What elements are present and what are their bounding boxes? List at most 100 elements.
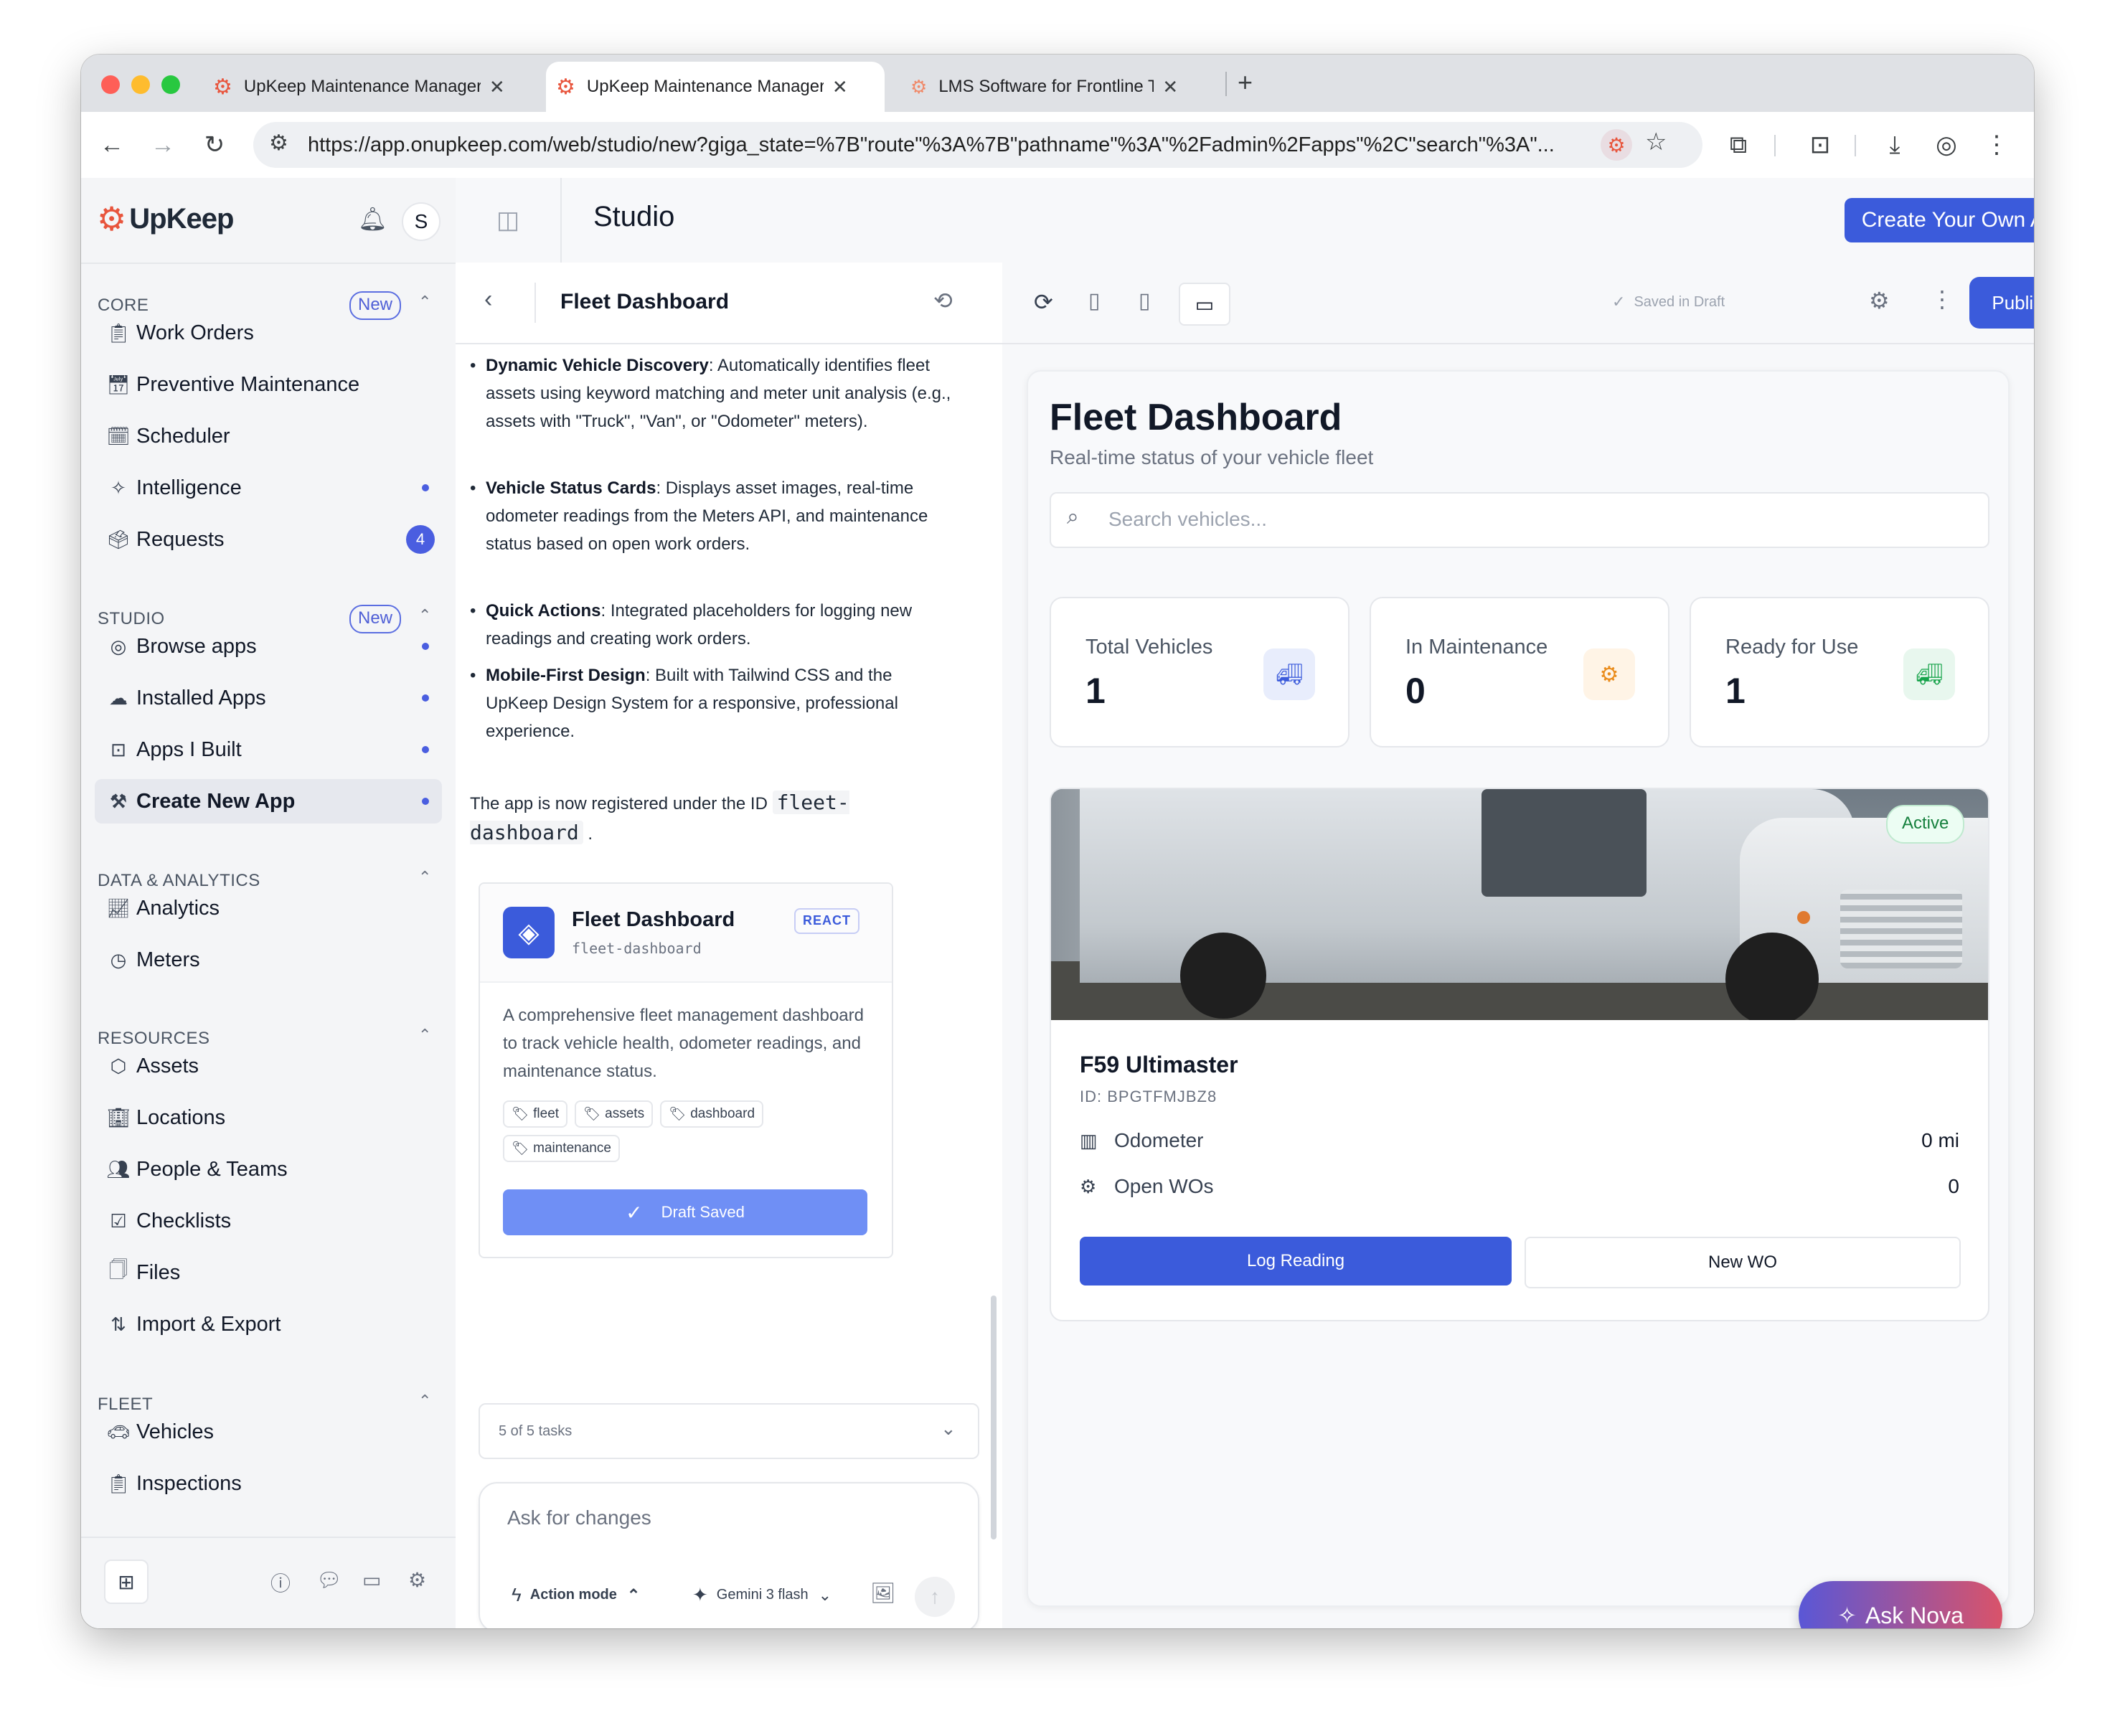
page-title: Studio: [593, 201, 675, 232]
bookmark-star-icon[interactable]: ☆: [1645, 128, 1667, 156]
reload-icon[interactable]: ↻: [194, 125, 235, 165]
tag-maintenance: 🏷︎ maintenance: [503, 1135, 620, 1162]
settings-gear-icon[interactable]: ⚙: [408, 1568, 426, 1592]
site-info-icon[interactable]: ⚙: [269, 131, 288, 156]
close-tab-icon[interactable]: ✕: [1162, 76, 1178, 98]
refresh-icon[interactable]: ⟳: [1034, 288, 1053, 316]
image-upload-icon[interactable]: 🖼︎: [870, 1581, 896, 1605]
chevron-up-icon[interactable]: ⌃: [418, 1026, 431, 1044]
chat-header: ‹ Fleet Dashboard ⟲: [456, 263, 1002, 344]
app-grid-icon[interactable]: ⊞: [104, 1560, 149, 1604]
zoom-window-button[interactable]: [161, 75, 180, 94]
history-icon[interactable]: ⟲: [933, 287, 953, 314]
chevron-up-icon[interactable]: ⌃: [418, 1392, 431, 1410]
check-icon: ✓: [1612, 293, 1626, 311]
sidebar-item-scheduler[interactable]: 🗓︎ Scheduler: [95, 414, 442, 458]
minimize-window-button[interactable]: [131, 75, 150, 94]
forward-icon[interactable]: →: [143, 125, 183, 165]
extensions-icon[interactable]: ⧉: [1718, 125, 1758, 165]
chevron-up-icon[interactable]: ⌃: [418, 293, 431, 311]
clipboard-icon: 📋︎: [106, 321, 131, 344]
sidebar-item-analytics[interactable]: 📈︎ Analytics: [95, 886, 442, 930]
file-transfer-icon: ⇅: [110, 1313, 126, 1335]
new-tab-icon[interactable]: +: [1238, 67, 1253, 98]
billing-card-icon[interactable]: ▭: [362, 1568, 381, 1592]
open-wos-row: ⚙ Open WOs: [1080, 1175, 1214, 1197]
close-window-button[interactable]: [101, 75, 120, 94]
more-vertical-icon[interactable]: ⋮: [1931, 286, 1954, 313]
chat-composer: Ask for changes ϟ Action mode ⌃ ✦ Gemini…: [479, 1482, 979, 1628]
tablet-view-icon[interactable]: ▯: [1139, 288, 1151, 313]
vehicle-image: [1051, 789, 1988, 1020]
desktop-view-icon[interactable]: ▭: [1179, 283, 1230, 326]
chevron-up-icon[interactable]: ⌃: [418, 868, 431, 887]
new-wo-button[interactable]: New WO: [1525, 1237, 1961, 1288]
clipboard-check-icon: 📋︎: [106, 1472, 131, 1494]
settings-gear-icon[interactable]: ⚙: [1869, 287, 1890, 314]
close-tab-icon[interactable]: ✕: [489, 76, 505, 98]
sidebar-item-apps-i-built[interactable]: ⊡ Apps I Built: [95, 727, 442, 772]
sidebar-item-intelligence[interactable]: ✧ Intelligence: [95, 466, 442, 510]
chat-scrollbar[interactable]: [991, 1296, 997, 1539]
tag-icon: 🏷︎: [583, 1107, 601, 1122]
sidebar-item-preventive-maintenance[interactable]: 📅︎ Preventive Maintenance: [95, 362, 442, 407]
chevron-down-icon: ⌄: [818, 1585, 832, 1604]
toolbar-divider: [1855, 135, 1856, 156]
profile-icon[interactable]: ◎: [1926, 125, 1966, 165]
sidebar-item-inspections[interactable]: 📋︎ Inspections: [95, 1461, 442, 1506]
stats-row: Total Vehicles 1 🚚︎ In Maintenance 0 ⚙ R…: [1050, 597, 1989, 747]
sidebar-item-work-orders[interactable]: 📋︎ Work Orders: [95, 311, 442, 355]
vehicle-card[interactable]: Active F59 Ultimaster ID: BPGTFMJBZ8 ▥ O…: [1050, 788, 1989, 1321]
mobile-view-icon[interactable]: ▯: [1088, 288, 1101, 313]
lms-favicon-icon: ⚙: [910, 75, 928, 98]
upkeep-favicon-icon: ⚙: [213, 75, 232, 99]
close-tab-icon[interactable]: ✕: [832, 76, 848, 98]
sidebar-item-installed-apps[interactable]: ☁ Installed Apps: [95, 676, 442, 720]
sidebar-item-assets[interactable]: ⬡ Assets: [95, 1044, 442, 1088]
unread-dot: [422, 798, 429, 805]
send-arrow-icon[interactable]: ↑: [915, 1577, 955, 1617]
sidebar-item-requests[interactable]: 🗳︎ Requests 4: [95, 517, 442, 562]
sidebar-item-files[interactable]: 🗍︎ Files: [95, 1250, 442, 1295]
sidebar-item-people-teams[interactable]: 👥︎ People & Teams: [95, 1147, 442, 1192]
sidebar-item-meters[interactable]: ◷ Meters: [95, 938, 442, 982]
browser-tab-1[interactable]: ⚙ UpKeep Maintenance Manager ✕: [203, 62, 540, 112]
tab-search-icon[interactable]: ⊡: [1800, 125, 1840, 165]
publish-button[interactable]: Publish: [1969, 277, 2034, 329]
search-input[interactable]: Search vehicles...: [1108, 508, 1267, 531]
notifications-bell-icon[interactable]: 🔔︎: [358, 205, 387, 232]
ask-nova-button[interactable]: ✧ Ask Nova: [1799, 1581, 2002, 1628]
draft-saved-button[interactable]: ✓ Draft Saved: [503, 1189, 867, 1235]
chat-input[interactable]: Ask for changes: [507, 1506, 651, 1529]
chevron-up-icon[interactable]: ⌃: [418, 606, 431, 625]
log-reading-button[interactable]: Log Reading: [1080, 1237, 1512, 1286]
back-chevron-icon[interactable]: ‹: [484, 286, 492, 313]
browser-tab-2[interactable]: ⚙ UpKeep Maintenance Manager ✕: [546, 62, 885, 112]
bullet-item: • Dynamic Vehicle Discovery: Automaticall…: [470, 356, 951, 431]
sidebar-toggle-icon[interactable]: ◫: [456, 178, 562, 263]
sidebar-item-import-export[interactable]: ⇅ Import & Export: [95, 1302, 442, 1346]
download-icon[interactable]: ⤓: [1875, 125, 1915, 165]
address-bar[interactable]: ⚙ https://app.onupkeep.com/web/studio/ne…: [253, 122, 1702, 168]
tasks-dropdown[interactable]: 5 of 5 tasks ⌄: [479, 1403, 979, 1459]
chat-bubbles-icon[interactable]: 💬︎: [316, 1568, 342, 1592]
browser-tab-3[interactable]: ⚙ LMS Software for Frontline Teams ✕: [890, 62, 1206, 112]
sidebar-item-locations[interactable]: 🏢︎ Locations: [95, 1095, 442, 1140]
app-card-description: A comprehensive fleet management dashboa…: [503, 1006, 864, 1081]
brand-logo[interactable]: ⚙ UpKeep: [97, 199, 234, 238]
action-mode-select[interactable]: ϟ Action mode ⌃: [512, 1584, 640, 1606]
back-icon[interactable]: ←: [92, 125, 132, 165]
url-text[interactable]: https://app.onupkeep.com/web/studio/new?…: [308, 133, 1606, 157]
vehicle-search[interactable]: ⌕ Search vehicles...: [1050, 492, 1989, 548]
sidebar-item-checklists[interactable]: ☑ Checklists: [95, 1199, 442, 1243]
create-your-own-app-button[interactable]: Create Your Own App: [1845, 198, 2034, 242]
more-menu-icon[interactable]: ⋮: [1977, 125, 2017, 165]
avatar[interactable]: S: [402, 202, 441, 241]
sidebar-item-vehicles[interactable]: 🚗︎ Vehicles: [95, 1410, 442, 1454]
sidebar-item-browse-apps[interactable]: ◎ Browse apps: [95, 624, 442, 669]
help-icon[interactable]: ⓘ: [270, 1568, 291, 1597]
model-select[interactable]: ✦ Gemini 3 flash ⌄: [692, 1584, 832, 1606]
tab-strip: ⚙ UpKeep Maintenance Manager ✕ ⚙ UpKeep …: [81, 55, 2034, 112]
sidebar-item-create-new-app[interactable]: ⚒ Create New App: [95, 779, 442, 824]
extension-upkeep-icon[interactable]: ⚙: [1601, 129, 1632, 161]
